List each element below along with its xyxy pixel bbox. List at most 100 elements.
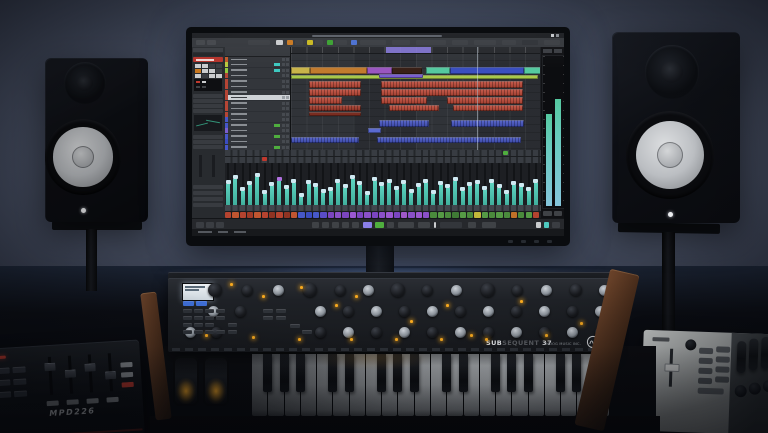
synth-knob <box>363 285 374 296</box>
fader-cap <box>394 186 399 190</box>
synth-button <box>205 309 214 313</box>
mixer-channel <box>269 163 275 205</box>
track-cell <box>282 140 285 143</box>
channel-meter <box>365 195 369 205</box>
toolbar-button <box>295 40 303 45</box>
transport-button <box>206 222 214 228</box>
mixer-channel <box>438 163 444 205</box>
transport-button <box>363 222 372 228</box>
track-cell <box>282 58 285 61</box>
fader-cap <box>247 181 252 185</box>
left-tweeter <box>64 62 106 104</box>
clip <box>381 81 523 88</box>
left-studio-monitor <box>45 58 148 222</box>
right-studio-monitor <box>612 32 740 223</box>
pad-button <box>12 366 25 373</box>
mixer-channel <box>306 163 312 205</box>
fader-cap <box>321 189 326 193</box>
track-cell <box>286 140 289 143</box>
inspector-cell <box>216 69 222 73</box>
channel-meter <box>343 188 347 205</box>
track-row <box>225 112 290 117</box>
pitch-fader-cap <box>664 364 679 373</box>
fader-cap <box>350 175 355 179</box>
channel-meter <box>307 184 311 205</box>
track-color-strip <box>225 73 228 78</box>
led-indicator <box>485 338 488 341</box>
channel-label <box>408 212 414 218</box>
channel-meter <box>409 193 413 205</box>
mpd-fader-cap <box>65 369 76 378</box>
track-name-dash <box>231 135 247 137</box>
synth-knob <box>455 306 466 317</box>
playhead-cursor <box>477 47 478 150</box>
led-indicator <box>350 338 353 341</box>
controller-button <box>716 346 730 352</box>
track-row <box>225 117 290 122</box>
synth-button <box>194 330 203 334</box>
track-cell <box>286 135 289 138</box>
channel-meter <box>351 179 355 205</box>
track-name-dash <box>231 97 247 99</box>
fader-cap <box>240 187 245 191</box>
inspector-tabs <box>193 48 223 52</box>
track-cell <box>286 102 289 105</box>
controller-knob <box>685 339 696 350</box>
track-color-strip <box>225 117 228 122</box>
mixer-channel <box>240 163 246 205</box>
transport-button <box>418 222 430 228</box>
track-name-dash <box>231 130 247 132</box>
track-cell <box>282 91 285 94</box>
led-indicator <box>520 300 523 303</box>
synth-knob <box>512 285 523 296</box>
mod-wheel-recess <box>203 356 229 406</box>
mixer-channel <box>313 163 319 205</box>
channel-meter <box>299 197 303 205</box>
inspector-section <box>193 185 223 189</box>
channel-label <box>364 212 370 218</box>
track-cell <box>286 113 289 116</box>
track-color-strip <box>225 106 228 111</box>
fader-cap <box>409 189 414 193</box>
channel-meter <box>527 191 531 205</box>
controller-button <box>715 376 729 382</box>
fader-cap <box>511 181 516 185</box>
fader-cap <box>335 179 340 183</box>
controller-knob <box>763 380 768 392</box>
clip <box>368 128 381 133</box>
fader-cap <box>379 182 384 186</box>
clip <box>291 137 359 143</box>
pad-controller-accent-line <box>0 428 143 433</box>
channel-meter <box>475 184 479 205</box>
channel-meter <box>424 183 428 205</box>
master-meter-bar <box>546 114 552 206</box>
inspector-section <box>193 191 223 195</box>
controller-slider <box>736 341 746 373</box>
mixer-channel <box>460 163 466 205</box>
mixer-rack-rows <box>225 150 541 163</box>
toolbar-button <box>307 40 313 45</box>
clip <box>309 105 361 111</box>
inspector-title <box>193 53 223 56</box>
fader-cap <box>453 177 458 181</box>
pad-button <box>0 379 11 386</box>
track-color-strip <box>225 128 228 133</box>
channel-label <box>416 212 422 218</box>
synth-knob <box>570 284 582 296</box>
synth-knob <box>422 285 433 296</box>
track-badge <box>274 69 280 72</box>
fader-cap <box>262 190 267 194</box>
channel-label <box>533 212 539 218</box>
channel-meter <box>380 186 384 205</box>
toolbar-button <box>544 40 560 45</box>
toolbar-button <box>335 40 347 45</box>
track-color-strip <box>225 139 228 144</box>
track-color-strip <box>225 145 228 150</box>
mixer-channel <box>262 163 268 205</box>
channel-label <box>401 212 407 218</box>
synth-knob <box>539 327 550 338</box>
pad-controller-led-strip <box>0 356 6 360</box>
mixer-channel <box>423 163 429 205</box>
synth-button <box>205 316 214 320</box>
synth-knob <box>427 306 438 317</box>
